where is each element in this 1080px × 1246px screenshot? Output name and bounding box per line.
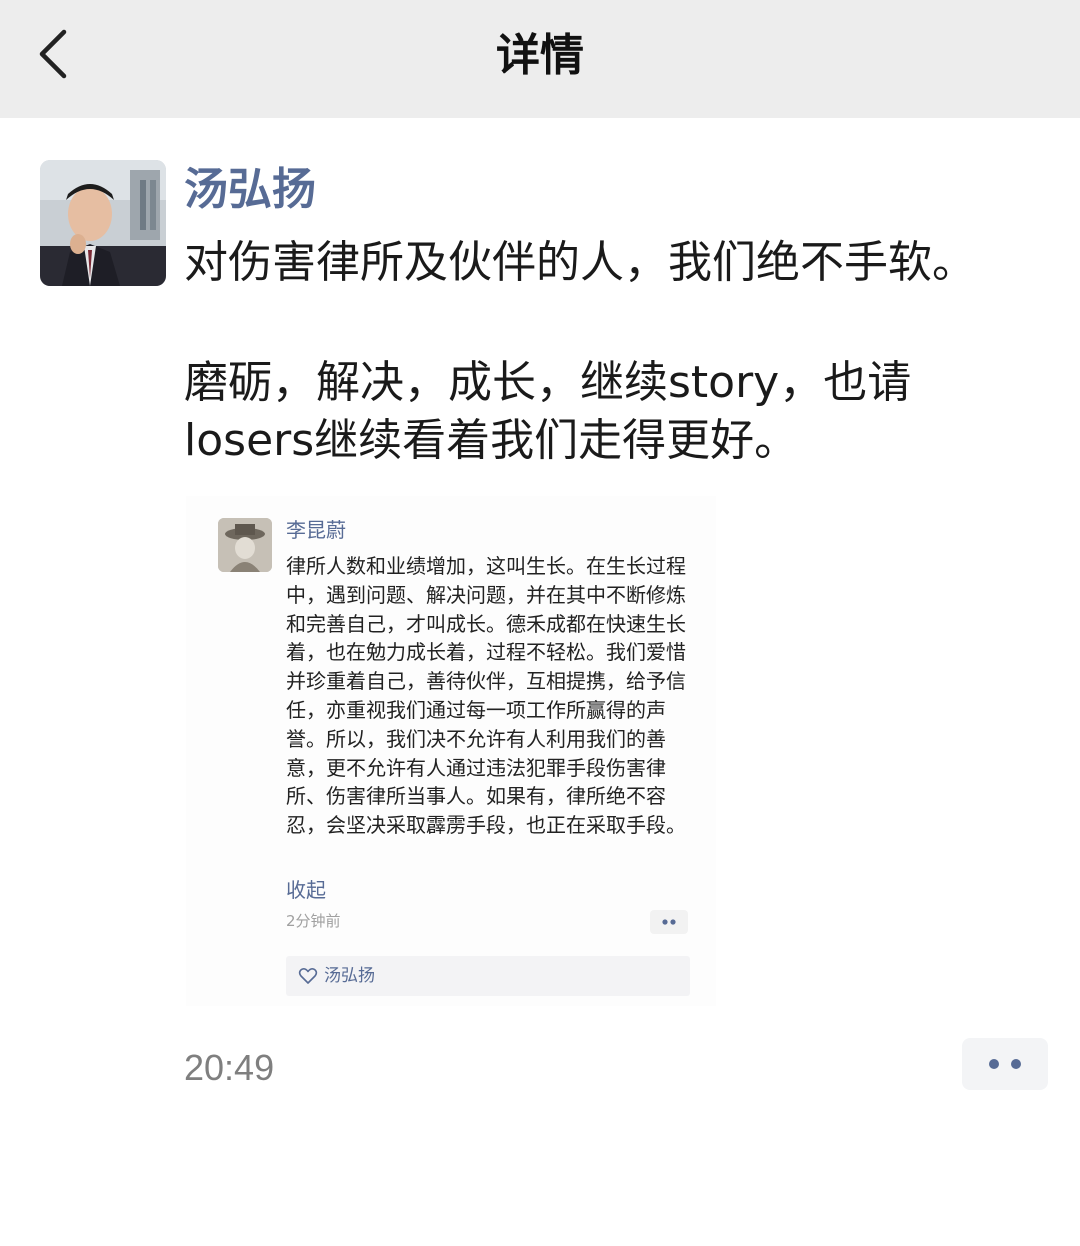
heart-outline-icon [298, 968, 318, 984]
post-author-name[interactable]: 汤弘扬 [184, 160, 316, 220]
screenshot-author-name: 李昆蔚 [286, 518, 346, 542]
post-line-1: 对伤害律所及伙伴的人，我们绝不手软。 [184, 237, 976, 288]
screenshot-collapse-link: 收起 [286, 878, 326, 902]
screenshot-likes-bar: 汤弘扬 [286, 956, 690, 996]
more-actions-button[interactable] [962, 1038, 1048, 1090]
screenshot-timestamp: 2分钟前 [286, 912, 341, 930]
page-title: 详情 [496, 30, 584, 81]
screenshot-liker-name: 汤弘扬 [324, 966, 375, 986]
ellipsis-icon [662, 919, 676, 925]
screenshot-more-button [650, 910, 688, 934]
post-line-2: 磨砺，解决，成长，继续story，也请 [184, 357, 912, 408]
attached-screenshot-image[interactable]: 李昆蔚 律所人数和业绩增加，这叫生长。在生长过程中，遇到问题、解决问题，并在其中… [186, 496, 716, 1006]
author-avatar[interactable] [40, 160, 166, 286]
screenshot-post-body: 律所人数和业绩增加，这叫生长。在生长过程中，遇到问题、解决问题，并在其中不断修炼… [286, 554, 686, 838]
post-line-3: losers继续看着我们走得更好。 [184, 415, 799, 466]
post-timestamp: 20:49 [184, 1047, 275, 1088]
screenshot-author-avatar [218, 518, 272, 572]
post-content: 对伤害律所及伙伴的人，我们绝不手软。 磨砺，解决，成长，继续story，也请 l… [184, 234, 1044, 470]
top-navigation-bar: 详情 [0, 0, 1080, 118]
ellipsis-icon [989, 1059, 1021, 1069]
